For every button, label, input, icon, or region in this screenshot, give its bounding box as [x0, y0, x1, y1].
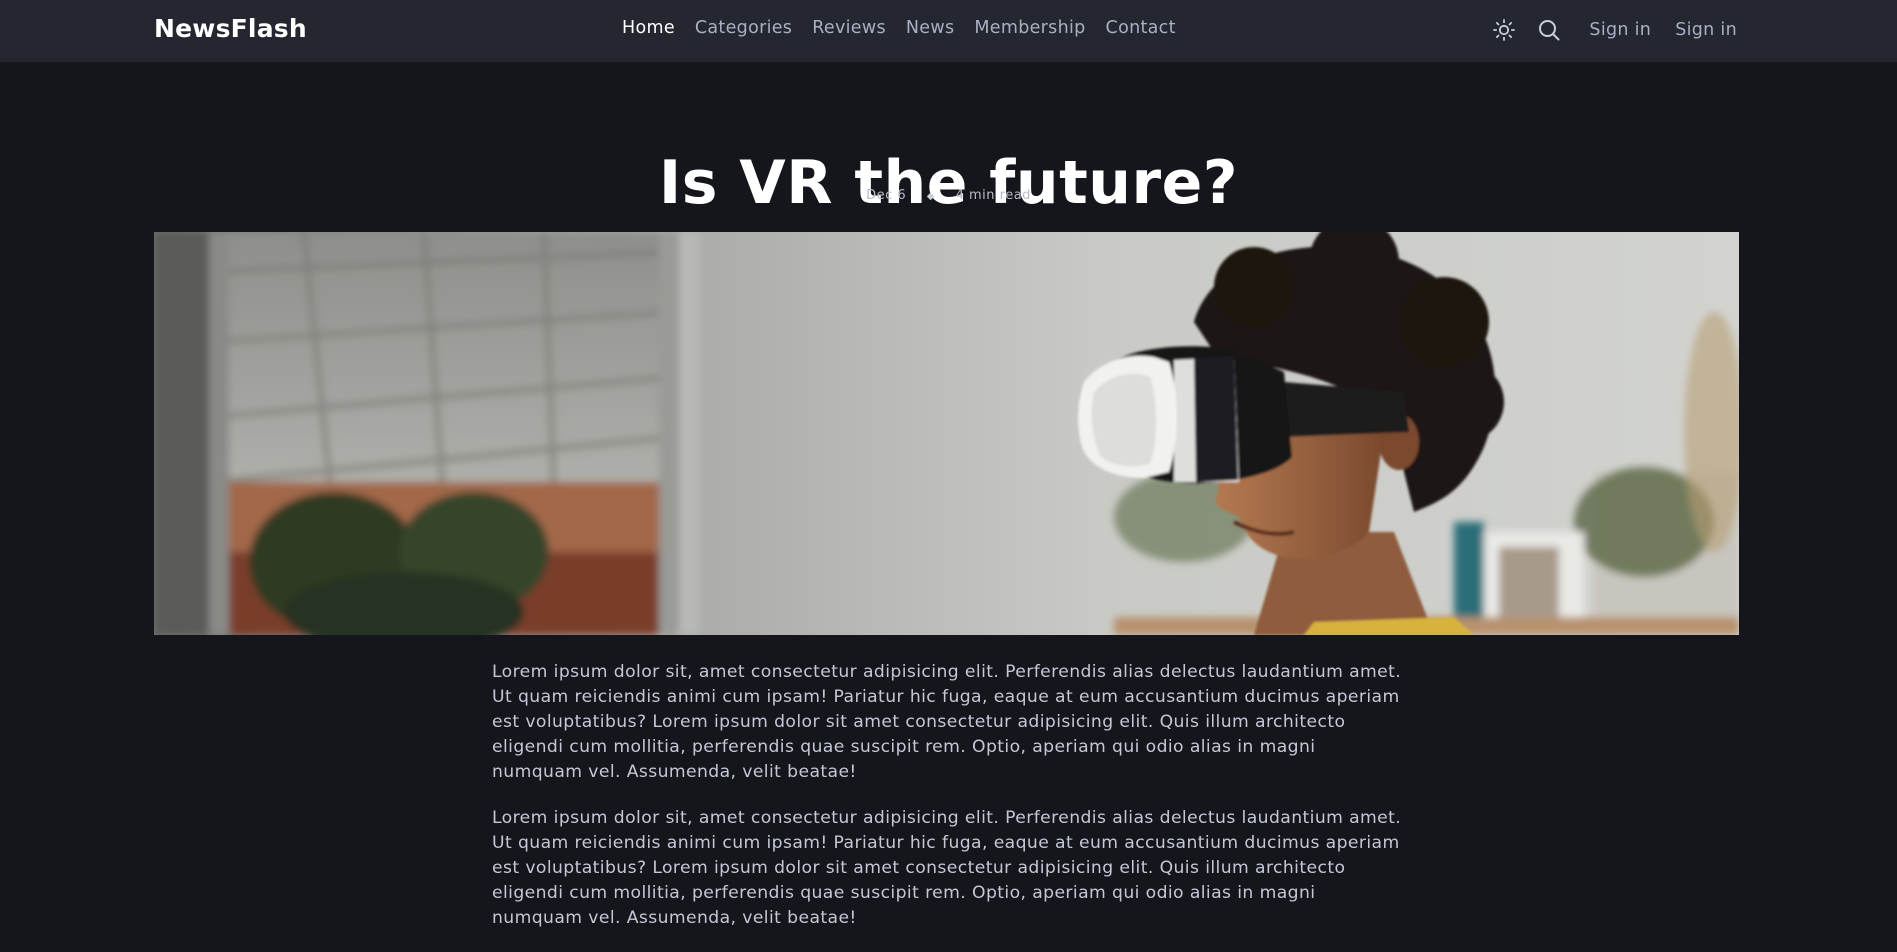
- theme-toggle-button[interactable]: [1489, 15, 1519, 45]
- article-meta: Dec 6 ◆ 4 min read: [0, 188, 1897, 203]
- hero-image: [154, 232, 1739, 635]
- article-paragraph: Lorem ipsum dolor sit, amet consectetur …: [492, 808, 1402, 928]
- article-read-time: 4 min read: [955, 188, 1031, 203]
- search-icon: [1539, 20, 1560, 41]
- signin-link-1[interactable]: Sign in: [1589, 20, 1651, 40]
- article-body: Lorem ipsum dolor sit, amet consectetur …: [492, 660, 1404, 952]
- article-title: Is VR the future?: [658, 148, 1239, 219]
- article-date: Dec 6: [866, 188, 907, 203]
- vr-headset-photo: [154, 232, 1739, 635]
- nav-item-contact[interactable]: Contact: [1106, 18, 1176, 38]
- main-nav: Home Categories Reviews News Membership …: [622, 18, 1196, 38]
- meta-separator: ◆: [926, 191, 935, 202]
- nav-item-home[interactable]: Home: [622, 18, 675, 38]
- nav-item-membership[interactable]: Membership: [974, 18, 1085, 38]
- signin-link-2[interactable]: Sign in: [1675, 20, 1737, 40]
- nav-item-reviews[interactable]: Reviews: [812, 18, 886, 38]
- article-paragraph: Lorem ipsum dolor sit, amet consectetur …: [492, 662, 1402, 782]
- sun-icon: [1493, 19, 1516, 41]
- brand-logo[interactable]: NewsFlash: [154, 14, 307, 43]
- nav-item-news[interactable]: News: [906, 18, 955, 38]
- top-navbar: NewsFlash Home Categories Reviews News M…: [0, 0, 1897, 62]
- nav-item-categories[interactable]: Categories: [695, 18, 792, 38]
- nav-actions: Sign in Sign in: [1489, 15, 1737, 45]
- search-button[interactable]: [1534, 15, 1564, 45]
